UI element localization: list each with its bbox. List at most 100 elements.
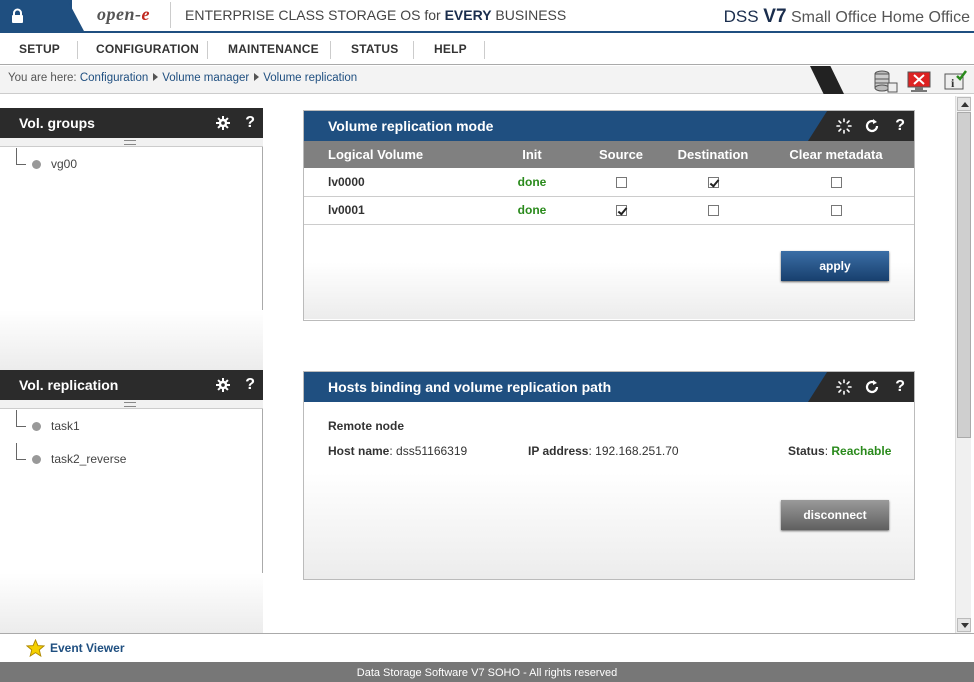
host-name: Host name: dss51166319 bbox=[328, 444, 468, 458]
tagline: ENTERPRISE CLASS STORAGE OS for EVERY BU… bbox=[170, 2, 566, 28]
panel-body: Remote node Host name: dss51166319 IP ad… bbox=[304, 402, 914, 579]
app-window: open-e ENTERPRISE CLASS STORAGE OS for E… bbox=[0, 0, 974, 682]
vol-groups-title: Vol. groups bbox=[19, 115, 95, 131]
vertical-scrollbar[interactable] bbox=[955, 96, 971, 633]
volume-name: lv0000 bbox=[304, 168, 490, 197]
destination-checkbox[interactable] bbox=[707, 205, 719, 217]
menu-divider bbox=[77, 41, 78, 59]
refresh-icon[interactable] bbox=[864, 118, 880, 134]
clear-metadata-checkbox[interactable] bbox=[830, 177, 842, 189]
ip-address: IP address: 192.168.251.70 bbox=[528, 444, 679, 458]
help-icon[interactable]: ? bbox=[895, 372, 905, 402]
volume-name: lv0001 bbox=[304, 196, 490, 225]
menu-divider bbox=[484, 41, 485, 59]
product-brand: DSS V7 Small Office Home Office bbox=[723, 6, 970, 27]
menu-maintenance[interactable]: MAINTENANCE bbox=[228, 35, 319, 65]
vol-replication-tree: task1 task2_reverse bbox=[0, 410, 263, 476]
header-slant bbox=[60, 0, 85, 33]
database-icon[interactable] bbox=[872, 69, 898, 93]
star-icon[interactable] bbox=[26, 639, 45, 657]
event-viewer-link[interactable]: Event Viewer bbox=[50, 641, 124, 655]
copyright-bar: Data Storage Software V7 SOHO - All righ… bbox=[0, 662, 974, 682]
gear-icon[interactable] bbox=[216, 116, 230, 130]
scroll-thumb[interactable] bbox=[957, 112, 971, 438]
lock-icon[interactable] bbox=[11, 8, 24, 24]
vol-groups-header: Vol. groups ? bbox=[0, 108, 263, 138]
panel-filler bbox=[0, 573, 263, 633]
loading-spinner-icon bbox=[836, 379, 852, 395]
tree-item-label: task1 bbox=[51, 419, 80, 433]
scroll-up-icon[interactable] bbox=[957, 97, 971, 111]
breadcrumb-arrow-icon bbox=[153, 73, 159, 81]
tree-connector bbox=[16, 148, 26, 165]
shutdown-icon[interactable] bbox=[906, 69, 932, 93]
panel-header: Hosts binding and volume replication pat… bbox=[304, 372, 914, 402]
column-header-clear-metadata: Clear metadata bbox=[758, 141, 914, 168]
tree-item-vg00[interactable]: vg00 bbox=[0, 148, 263, 181]
vol-replication-title: Vol. replication bbox=[19, 377, 119, 393]
menu-configuration[interactable]: CONFIGURATION bbox=[96, 35, 199, 65]
source-checkbox[interactable] bbox=[615, 205, 627, 217]
tree-item-task2-reverse[interactable]: task2_reverse bbox=[0, 443, 263, 476]
hosts-binding-panel: Hosts binding and volume replication pat… bbox=[303, 371, 915, 580]
column-header-source: Source bbox=[574, 141, 668, 168]
main-content: Volume replication mode ? Logical Volume… bbox=[264, 96, 954, 633]
help-icon[interactable]: ? bbox=[245, 370, 255, 400]
breadcrumb-configuration[interactable]: Configuration bbox=[80, 72, 148, 84]
init-status: done bbox=[490, 196, 574, 225]
apply-button[interactable]: apply bbox=[781, 250, 889, 281]
vol-groups-tree: vg00 bbox=[0, 148, 263, 181]
node-icon bbox=[32, 455, 41, 464]
replication-table: Logical Volume Init Source Destination C… bbox=[304, 141, 914, 225]
vol-replication-header: Vol. replication ? bbox=[0, 370, 263, 400]
resize-handle[interactable] bbox=[0, 400, 263, 409]
column-header-logical-volume: Logical Volume bbox=[304, 141, 490, 168]
breadcrumb-arrow-icon bbox=[254, 73, 260, 81]
scroll-down-icon[interactable] bbox=[957, 618, 971, 632]
column-header-init: Init bbox=[490, 141, 574, 168]
help-icon[interactable]: ? bbox=[245, 108, 255, 138]
loading-spinner-icon bbox=[836, 118, 852, 134]
clear-metadata-checkbox[interactable] bbox=[830, 205, 842, 217]
main-menu: SETUP CONFIGURATION MAINTENANCE STATUS H… bbox=[0, 35, 974, 65]
column-header-destination: Destination bbox=[668, 141, 758, 168]
connection-status: Status: Reachable bbox=[788, 444, 892, 458]
event-viewer-bar[interactable]: Event Viewer bbox=[0, 633, 974, 662]
refresh-icon[interactable] bbox=[864, 379, 880, 395]
panel-filler bbox=[0, 310, 263, 370]
node-icon bbox=[32, 160, 41, 169]
tree-item-label: vg00 bbox=[51, 157, 78, 171]
tree-connector bbox=[16, 443, 26, 460]
node-icon bbox=[32, 422, 41, 431]
panel-title: Hosts binding and volume replication pat… bbox=[328, 379, 612, 395]
table-row: lv0000 done bbox=[304, 168, 914, 197]
menu-setup[interactable]: SETUP bbox=[19, 35, 60, 65]
resize-handle[interactable] bbox=[0, 138, 263, 147]
left-panel: Vol. groups ? vg00 Vol. replication ? ta… bbox=[0, 108, 263, 633]
breadcrumb-volume-replication[interactable]: Volume replication bbox=[263, 72, 357, 84]
panel-header: Volume replication mode ? bbox=[304, 111, 914, 141]
panel-body: apply bbox=[304, 224, 914, 319]
header-bar: open-e ENTERPRISE CLASS STORAGE OS for E… bbox=[0, 0, 974, 33]
disconnect-button[interactable]: disconnect bbox=[781, 500, 889, 530]
tree-item-task1[interactable]: task1 bbox=[0, 410, 263, 443]
help-icon[interactable]: ? bbox=[895, 111, 905, 141]
menu-status[interactable]: STATUS bbox=[351, 35, 398, 65]
table-row: lv0001 done bbox=[304, 196, 914, 225]
volume-replication-mode-panel: Volume replication mode ? Logical Volume… bbox=[303, 110, 915, 321]
remote-node-label: Remote node bbox=[328, 419, 405, 433]
panel-title: Volume replication mode bbox=[328, 118, 494, 134]
open-e-logo: open-e bbox=[97, 4, 150, 24]
menu-divider bbox=[330, 41, 331, 59]
tree-connector bbox=[16, 410, 26, 427]
destination-checkbox[interactable] bbox=[707, 177, 719, 189]
menu-divider bbox=[413, 41, 414, 59]
init-status: done bbox=[490, 168, 574, 197]
gear-icon[interactable] bbox=[216, 378, 230, 392]
system-info-icon[interactable]: i bbox=[942, 69, 968, 93]
menu-divider bbox=[207, 41, 208, 59]
breadcrumb-prefix: You are here: bbox=[8, 72, 77, 84]
menu-help[interactable]: HELP bbox=[434, 35, 467, 65]
breadcrumb-volume-manager[interactable]: Volume manager bbox=[162, 72, 249, 84]
source-checkbox[interactable] bbox=[615, 177, 627, 189]
